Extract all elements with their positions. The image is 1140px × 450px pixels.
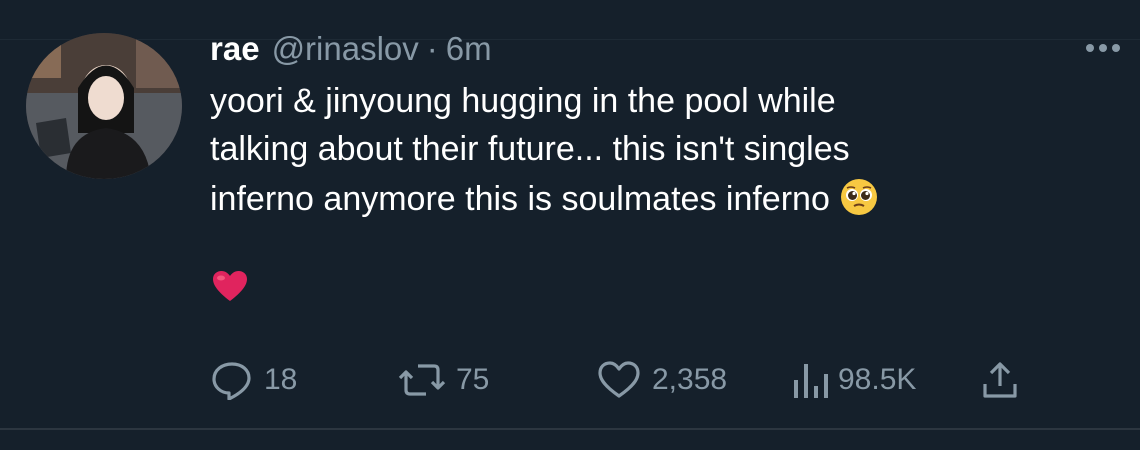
tweet-line: inferno anymore this is soulmates infern… — [210, 180, 830, 218]
tweet-header: rae @rinaslov · 6m — [210, 30, 492, 72]
tweet-line: yoori & jinyoung hugging in the pool whi… — [210, 82, 836, 120]
top-divider — [0, 39, 1140, 40]
retweet-count: 75 — [456, 363, 490, 396]
like-icon — [598, 361, 640, 398]
pleading-face-emoji — [840, 179, 877, 216]
separator-dot: · — [426, 30, 438, 67]
share-icon — [983, 362, 1017, 398]
views-button[interactable]: 98.5K — [790, 360, 916, 400]
retweet-button[interactable]: 75 — [398, 360, 489, 400]
share-button[interactable] — [980, 360, 1020, 400]
author-name[interactable]: rae — [210, 30, 260, 68]
more-icon[interactable] — [1086, 40, 1126, 56]
bottom-divider — [0, 428, 1140, 430]
tweet-text: yoori & jinyoung hugging in the pool whi… — [210, 84, 1110, 230]
author-handle[interactable]: @rinaslov — [272, 30, 419, 68]
retweet-icon — [398, 364, 446, 396]
tweet-line: talking about their future... this isn't… — [210, 130, 850, 168]
timestamp[interactable]: 6m — [446, 30, 492, 68]
tweet-line-with-emoji: inferno anymore this is soulmates infern… — [210, 179, 1110, 218]
avatar[interactable] — [26, 33, 182, 179]
reply-button[interactable]: 18 — [210, 360, 297, 400]
views-count: 98.5K — [838, 363, 917, 396]
views-icon — [794, 364, 828, 398]
like-count: 2,358 — [652, 363, 728, 396]
like-button[interactable]: 2,358 — [596, 360, 727, 400]
reply-icon — [212, 362, 251, 400]
reply-count: 18 — [264, 363, 298, 396]
red-heart-emoji — [213, 271, 247, 301]
